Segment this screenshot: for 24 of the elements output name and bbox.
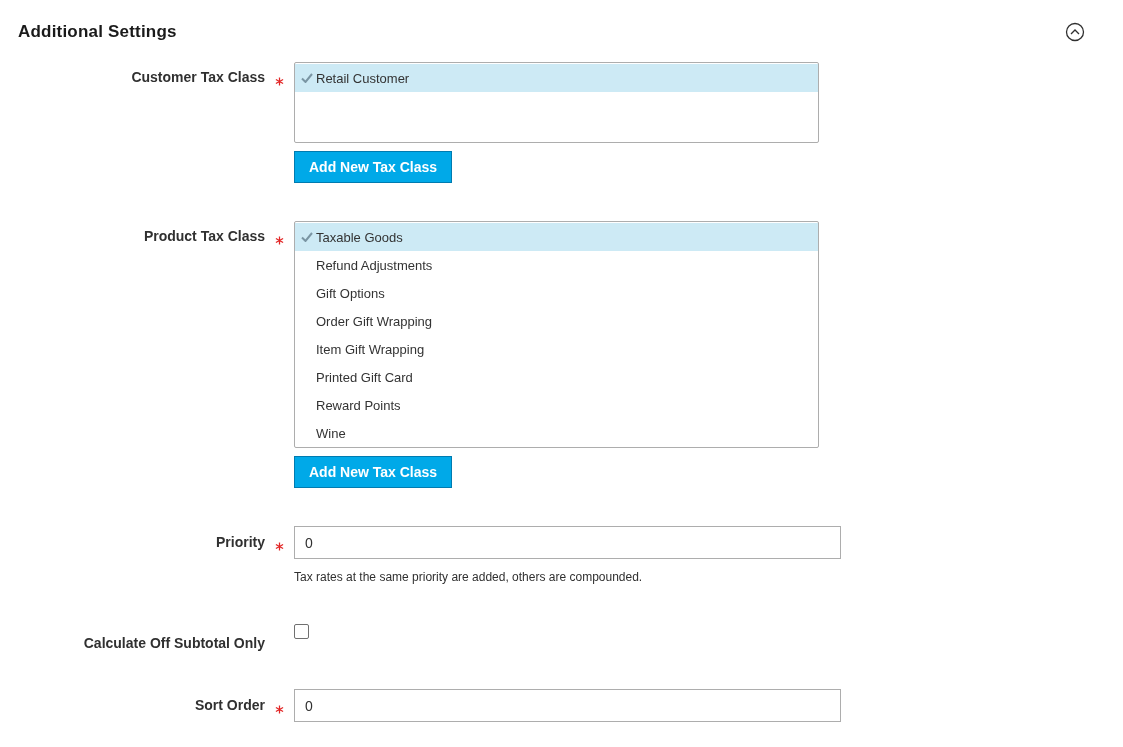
listbox-option[interactable]: Taxable Goods xyxy=(295,223,818,251)
check-icon xyxy=(301,232,313,242)
checkbox[interactable] xyxy=(294,624,309,639)
input-field[interactable]: 0 xyxy=(294,526,841,559)
field-label: Customer Tax Class xyxy=(131,68,265,85)
field-label: Product Tax Class xyxy=(143,227,265,244)
listbox-option[interactable]: Gift Options xyxy=(295,279,818,307)
field-label: Priority xyxy=(216,533,265,550)
collapse-toggle-icon[interactable] xyxy=(1065,22,1085,42)
listbox-option[interactable]: Item Gift Wrapping xyxy=(295,335,818,363)
field-label: Sort Order xyxy=(195,696,265,713)
listbox-option[interactable]: Refund Adjustments xyxy=(295,251,818,279)
check-icon xyxy=(301,73,313,83)
field-label: Calculate Off Subtotal Only xyxy=(83,634,265,651)
field-note: Tax rates at the same priority are added, others are compounded. xyxy=(294,570,643,584)
listbox-option[interactable]: Printed Gift Card xyxy=(295,363,818,391)
input-field[interactable]: 0 xyxy=(294,689,841,722)
listbox-option[interactable]: Order Gift Wrapping xyxy=(295,307,818,335)
tax-class-listbox[interactable]: Retail Customer xyxy=(294,62,819,143)
section-title: Additional Settings xyxy=(18,22,177,42)
listbox-option[interactable]: Reward Points xyxy=(295,391,818,419)
tax-class-listbox[interactable]: Taxable Goods Refund Adjustments Gift Options Order Gift Wrapping Item Gift Wrapping Printed Gift Card Reward Points Wine xyxy=(294,221,819,448)
listbox-option[interactable]: Retail Customer xyxy=(295,64,818,92)
listbox-option[interactable]: Wine xyxy=(295,419,818,447)
